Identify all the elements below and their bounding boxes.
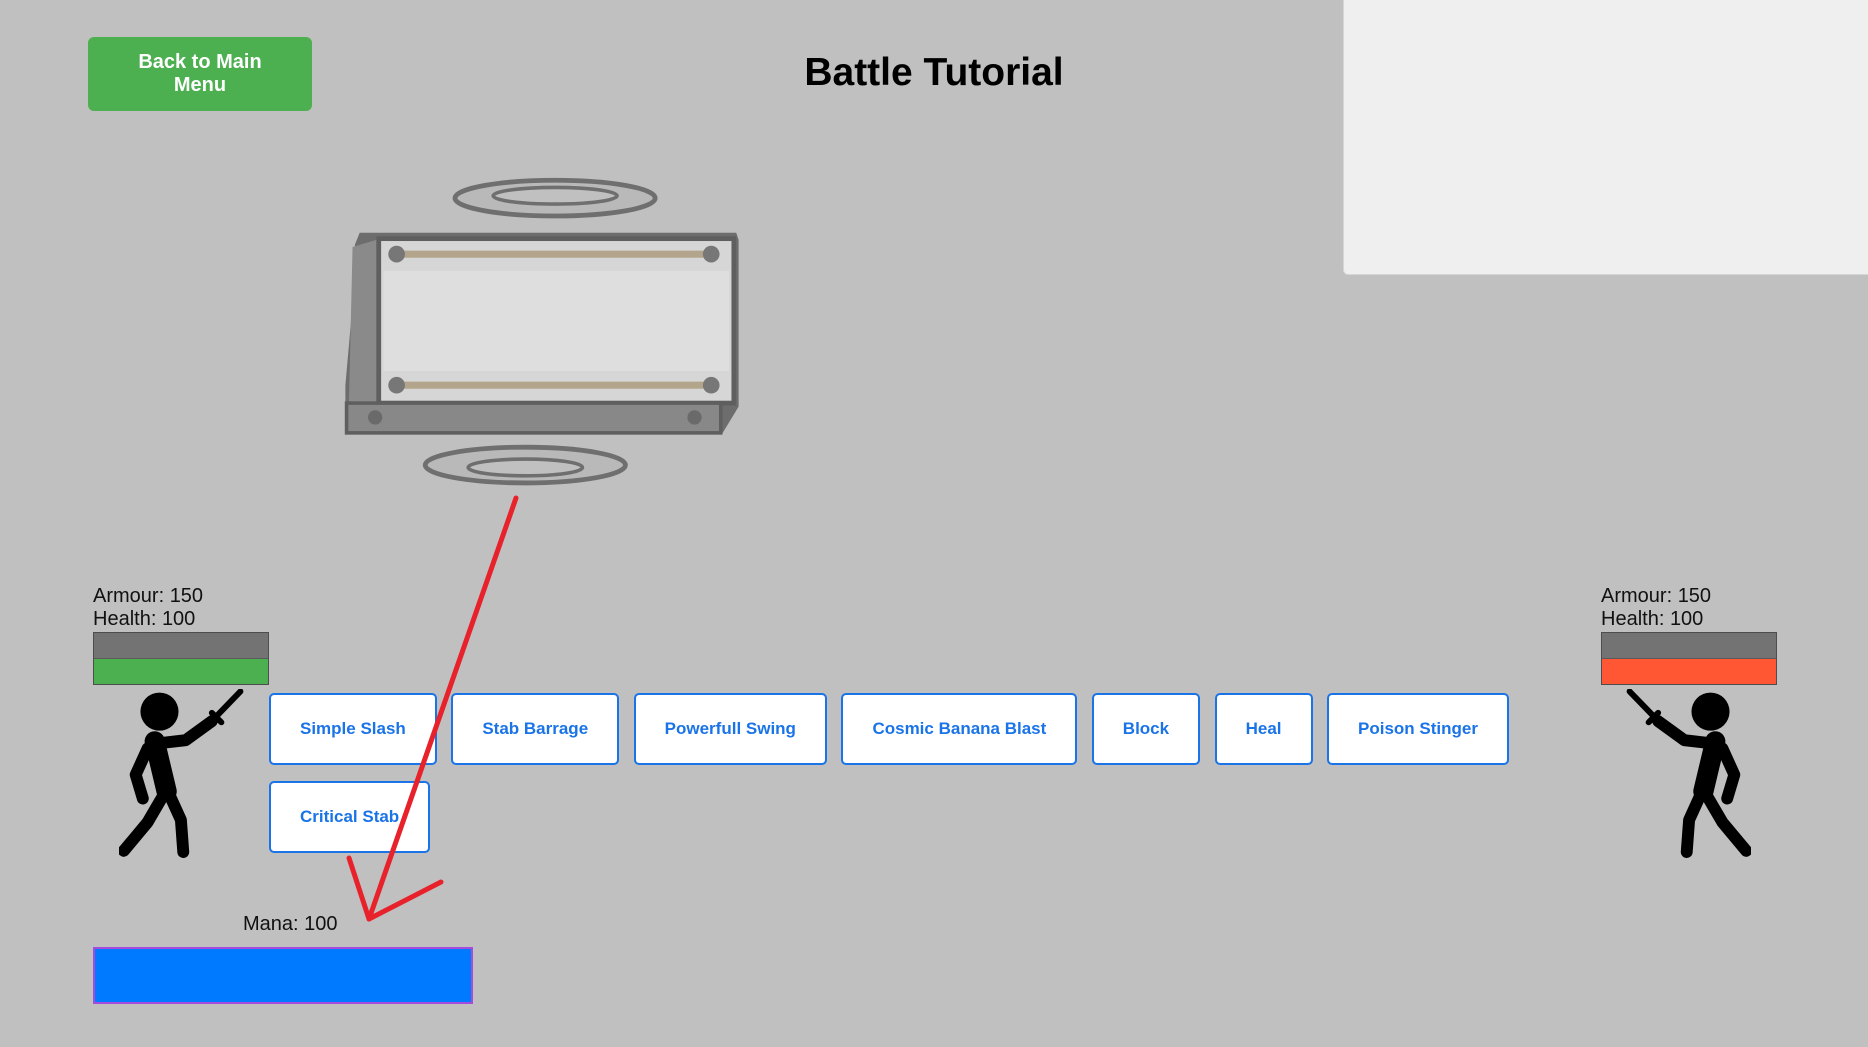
enemy-health-text: Health: 100	[1601, 608, 1777, 631]
skill-heal-button[interactable]: Heal	[1214, 693, 1313, 765]
enemy-health-fill	[1602, 658, 1776, 685]
player-armour-fill	[94, 633, 268, 658]
player-status-bars	[93, 632, 269, 686]
bolt	[368, 410, 383, 425]
machine-inner-panel	[383, 270, 730, 371]
player-health-bar	[94, 658, 268, 685]
enemy-status-bars	[1601, 632, 1777, 686]
skill-cosmic-banana-blast-button[interactable]: Cosmic Banana Blast	[841, 693, 1078, 765]
player-health-value: 100	[161, 607, 196, 630]
bolt	[388, 245, 405, 263]
player-armour-bar	[94, 633, 268, 659]
bolt	[388, 376, 405, 394]
skill-buttons: Simple Slash Stab Barrage Powerfull Swin…	[269, 693, 1599, 853]
bolt	[702, 245, 720, 263]
enemy-health-bar	[1602, 658, 1776, 685]
enemy-armour-label: Armour:	[1601, 585, 1673, 607]
machine-left-side	[348, 239, 377, 402]
enemy-armour-value: 150	[1677, 585, 1712, 607]
mana-value: 100	[304, 913, 338, 935]
mana-text: Mana: 100	[243, 913, 338, 936]
skill-stab-barrage-button[interactable]: Stab Barrage	[451, 693, 620, 765]
player-armour-text: Armour: 150	[93, 585, 269, 608]
mana-bar	[93, 947, 473, 1004]
floating-machine-sprite	[344, 177, 739, 486]
skill-powerfull-swing-button[interactable]: Powerfull Swing	[633, 693, 827, 765]
enemy-armour-fill	[1602, 633, 1776, 658]
arrow-head-left	[346, 855, 372, 922]
skill-poison-stinger-button[interactable]: Poison Stinger	[1327, 693, 1509, 765]
enemy-armour-text: Armour: 150	[1601, 585, 1777, 608]
top-ring-inner	[491, 185, 619, 206]
enemy-armour-bar	[1602, 633, 1776, 659]
enemy-stick-figure-icon	[1626, 689, 1751, 858]
enemy-health-value: 100	[1669, 607, 1704, 630]
bottom-ring-inner	[466, 457, 585, 478]
player-armour-label: Armour:	[93, 585, 165, 607]
player-health-fill	[94, 658, 268, 685]
skill-block-button[interactable]: Block	[1091, 693, 1201, 765]
player-armour-value: 150	[169, 585, 204, 607]
player-health-text: Health: 100	[93, 608, 269, 631]
player-stats: Armour: 150 Health: 100	[93, 585, 269, 686]
bolt	[687, 410, 702, 425]
mana-fill	[95, 949, 471, 1002]
bolt	[702, 376, 720, 394]
machine-bottom-strip	[344, 401, 723, 435]
player-health-label: Health:	[93, 607, 157, 630]
arrow-head-right	[366, 879, 444, 922]
battle-info-panel	[1343, 0, 1868, 275]
mana-label: Mana:	[243, 913, 299, 935]
enemy-health-label: Health:	[1601, 607, 1665, 630]
skill-simple-slash-button[interactable]: Simple Slash	[269, 693, 437, 765]
player-stick-figure-icon	[119, 689, 244, 858]
enemy-stats: Armour: 150 Health: 100	[1601, 585, 1777, 686]
skill-critical-stab-button[interactable]: Critical Stab	[269, 780, 431, 853]
